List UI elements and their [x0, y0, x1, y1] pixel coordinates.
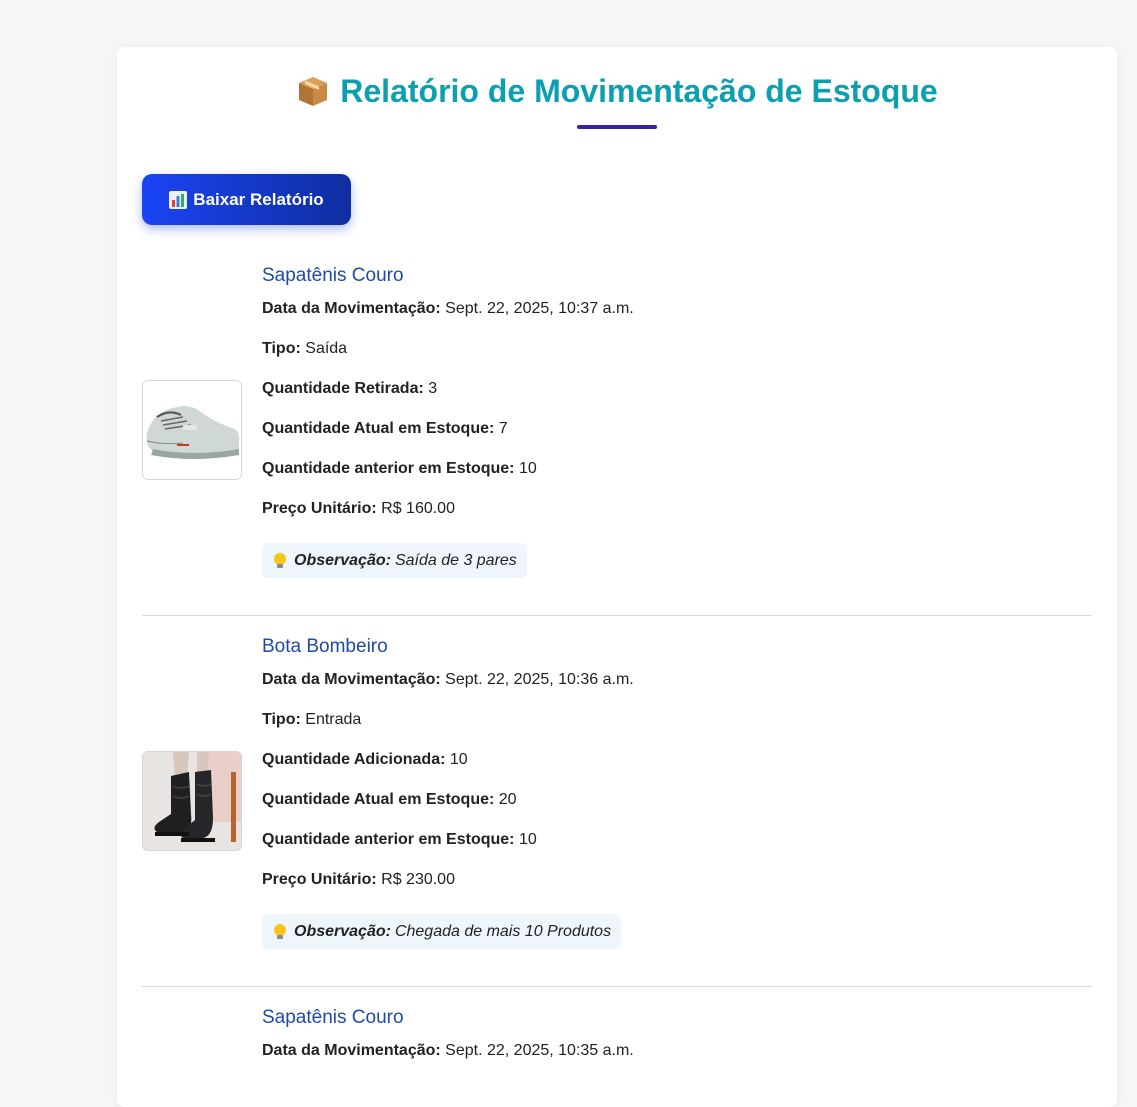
observation-label: Observação:: [294, 551, 391, 569]
current-stock: Quantidade Atual em Estoque: 20: [262, 790, 517, 810]
report-header: Relatório de Movimentação de Estoque: [117, 47, 1117, 129]
movement-entry: Sapatênis Couro Data da Movimentação: Se…: [142, 1006, 1092, 1066]
date-label: Data da Movimentação:: [262, 300, 441, 317]
quantity-label: Quantidade Adicionada:: [262, 751, 446, 768]
previous-stock-label: Quantidade anterior em Estoque:: [262, 831, 515, 848]
lightbulb-icon: [272, 923, 294, 941]
previous-stock: Quantidade anterior em Estoque: 10: [262, 830, 537, 850]
product-image: [142, 751, 242, 851]
observation-note: Observação: Saída de 3 pares: [262, 543, 527, 578]
date-value: Sept. 22, 2025, 10:37 a.m.: [445, 300, 634, 317]
movement-type: Tipo: Entrada: [262, 710, 361, 730]
current-stock-value: 7: [498, 420, 508, 437]
movement-quantity: Quantidade Retirada: 3: [262, 379, 437, 399]
movement-date: Data da Movimentação: Sept. 22, 2025, 10…: [262, 1041, 634, 1061]
type-value: Saída: [305, 340, 348, 357]
date-value: Sept. 22, 2025, 10:36 a.m.: [445, 671, 634, 688]
current-stock-label: Quantidade Atual em Estoque:: [262, 420, 495, 437]
lightbulb-icon: [272, 552, 294, 570]
unit-price-value: R$ 160.00: [381, 500, 455, 517]
report-card: Relatório de Movimentação de Estoque Bai…: [117, 47, 1117, 1107]
current-stock: Quantidade Atual em Estoque: 7: [262, 419, 508, 439]
type-label: Tipo:: [262, 340, 301, 357]
current-stock-label: Quantidade Atual em Estoque:: [262, 791, 495, 808]
observation-text: Chegada de mais 10 Produtos: [394, 922, 612, 940]
title-underline: [577, 125, 657, 129]
type-label: Tipo:: [262, 711, 301, 728]
movement-date: Data da Movimentação: Sept. 22, 2025, 10…: [262, 299, 634, 319]
previous-stock-label: Quantidade anterior em Estoque:: [262, 460, 515, 477]
movement-entry: Sapatênis Couro Data da Movimentação: Se…: [142, 264, 1092, 594]
sneaker-photo: [143, 381, 241, 479]
download-report-label: Baixar Relatório: [193, 189, 324, 209]
movement-quantity: Quantidade Adicionada: 10: [262, 750, 468, 770]
quantity-label: Quantidade Retirada:: [262, 380, 424, 397]
product-name: Bota Bombeiro: [262, 636, 388, 657]
observation-label: Observação:: [294, 922, 391, 940]
observation-note: Observação: Chegada de mais 10 Produtos: [262, 914, 622, 949]
page-title-text: Relatório de Movimentação de Estoque: [340, 73, 938, 109]
unit-price-value: R$ 230.00: [381, 871, 455, 888]
previous-stock-value: 10: [518, 460, 537, 477]
product-name: Sapatênis Couro: [262, 265, 404, 286]
movement-entry: Bota Bombeiro Data da Movimentação: Sept…: [142, 635, 1092, 965]
previous-stock-value: 10: [518, 831, 537, 848]
download-report-button[interactable]: Baixar Relatório: [142, 174, 351, 225]
unit-price: Preço Unitário: R$ 160.00: [262, 499, 455, 519]
date-value: Sept. 22, 2025, 10:35 a.m.: [445, 1042, 634, 1059]
entry-divider: [142, 615, 1092, 616]
page-title: Relatório de Movimentação de Estoque: [296, 73, 938, 109]
movement-type: Tipo: Saída: [262, 339, 347, 359]
unit-price-label: Preço Unitário:: [262, 871, 377, 888]
previous-stock: Quantidade anterior em Estoque: 10: [262, 459, 537, 479]
current-stock-value: 20: [498, 791, 517, 808]
observation-text: Saída de 3 pares: [394, 551, 517, 569]
date-label: Data da Movimentação:: [262, 671, 441, 688]
quantity-value: 3: [428, 380, 438, 397]
bar-chart-icon: [169, 190, 188, 209]
unit-price: Preço Unitário: R$ 230.00: [262, 870, 455, 890]
date-label: Data da Movimentação:: [262, 1042, 441, 1059]
entry-divider: [142, 986, 1092, 987]
unit-price-label: Preço Unitário:: [262, 500, 377, 517]
quantity-value: 10: [449, 751, 468, 768]
boot-photo: [143, 752, 241, 850]
type-value: Entrada: [305, 711, 362, 728]
product-name: Sapatênis Couro: [262, 1007, 404, 1028]
package-icon: [296, 74, 330, 108]
product-image: [142, 380, 242, 480]
movement-date: Data da Movimentação: Sept. 22, 2025, 10…: [262, 670, 634, 690]
